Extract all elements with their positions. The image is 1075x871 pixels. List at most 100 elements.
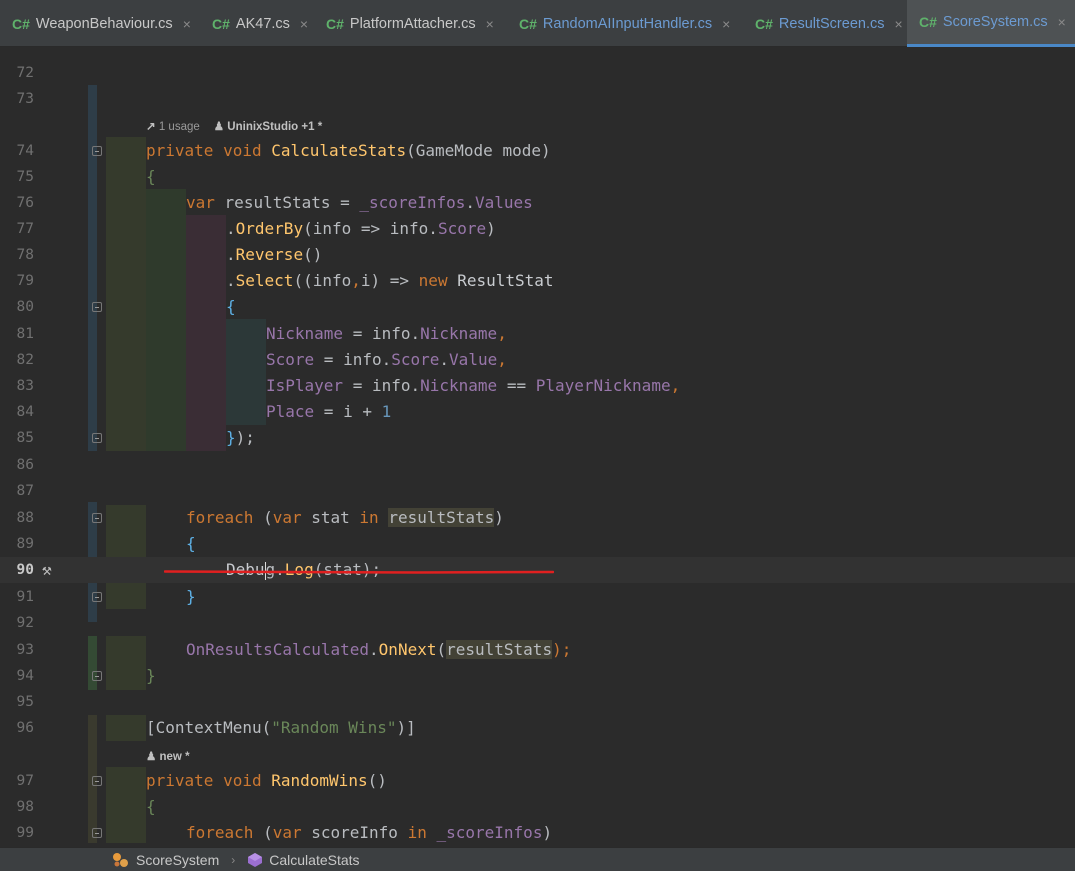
breadcrumb-method[interactable]: CalculateStats bbox=[247, 852, 360, 868]
close-icon[interactable]: × bbox=[722, 16, 730, 32]
code-text: } bbox=[146, 666, 156, 685]
fold-icon[interactable] bbox=[92, 828, 102, 838]
line-number: 87 bbox=[16, 483, 34, 499]
close-icon[interactable]: × bbox=[894, 16, 902, 32]
close-icon[interactable]: × bbox=[1058, 14, 1066, 30]
code-line: 94 } bbox=[0, 663, 1075, 689]
line-number: 93 bbox=[16, 642, 34, 658]
code-line: 92 bbox=[0, 610, 1075, 636]
tab-label: RandomAIInputHandler.cs bbox=[542, 15, 713, 32]
close-icon[interactable]: × bbox=[300, 16, 308, 32]
fold-icon[interactable] bbox=[92, 146, 102, 156]
line-number: 85 bbox=[16, 430, 34, 446]
author-hint[interactable]: ♟ new * bbox=[146, 749, 190, 763]
csharp-file-icon: C# bbox=[326, 15, 344, 32]
tab-label: ScoreSystem.cs bbox=[942, 14, 1048, 30]
fold-icon[interactable] bbox=[92, 513, 102, 523]
code-text: { bbox=[226, 297, 236, 316]
line-number: 92 bbox=[16, 615, 34, 631]
author-icon: ♟ bbox=[213, 121, 225, 133]
editor-tab-bar: C# WeaponBehaviour.cs × C# AK47.cs × C# … bbox=[0, 0, 1075, 47]
line-number: 96 bbox=[16, 720, 34, 736]
line-number: 76 bbox=[16, 195, 34, 211]
fold-icon[interactable] bbox=[92, 776, 102, 786]
code-line: 76 var resultStats = _scoreInfos.Values bbox=[0, 190, 1075, 216]
code-line: 82 Score = info.Score.Value, bbox=[0, 347, 1075, 373]
csharp-file-icon: C# bbox=[919, 14, 937, 30]
hammer-icon[interactable]: ⚒ bbox=[42, 560, 52, 580]
code-line: 95 bbox=[0, 689, 1075, 715]
line-number: 83 bbox=[16, 378, 34, 394]
code-text: { bbox=[186, 534, 196, 553]
tab-label: WeaponBehaviour.cs bbox=[35, 15, 173, 32]
tab-label: PlatformAttacher.cs bbox=[349, 15, 476, 32]
fold-icon[interactable] bbox=[92, 592, 102, 602]
code-vision-hint[interactable]: ↗ 1 usage ♟ UninixStudio +1 * bbox=[0, 113, 1075, 139]
close-icon[interactable]: × bbox=[486, 16, 494, 32]
fold-icon[interactable] bbox=[92, 302, 102, 312]
code-line: 78 .Reverse() bbox=[0, 242, 1075, 268]
code-line: 84 Place = i + 1 bbox=[0, 399, 1075, 425]
tab-platformattacher[interactable]: C# PlatformAttacher.cs × bbox=[314, 0, 506, 47]
csharp-file-icon: C# bbox=[12, 15, 30, 32]
code-line: 93 OnResultsCalculated.OnNext(resultStat… bbox=[0, 637, 1075, 663]
code-line: 85 }); bbox=[0, 425, 1075, 451]
code-text: .Reverse() bbox=[226, 245, 323, 264]
code-line: 91 } bbox=[0, 584, 1075, 610]
breadcrumb-separator: › bbox=[231, 852, 236, 867]
csharp-file-icon: C# bbox=[519, 15, 537, 32]
code-line: 74 private void CalculateStats(GameMode … bbox=[0, 138, 1075, 164]
code-text: } bbox=[186, 587, 196, 606]
tab-resultscreen[interactable]: C# ResultScreen.cs × bbox=[743, 0, 905, 47]
line-number: 80 bbox=[16, 299, 34, 315]
line-number: 99 bbox=[16, 825, 34, 841]
code-line: 86 bbox=[0, 452, 1075, 478]
close-icon[interactable]: × bbox=[183, 16, 191, 32]
usage-hint[interactable]: ↗ 1 usage bbox=[146, 119, 200, 133]
code-line: 75 { bbox=[0, 164, 1075, 190]
code-text: Score = info.Score.Value, bbox=[266, 350, 507, 369]
code-line: 99 foreach (var scoreInfo in _scoreInfos… bbox=[0, 820, 1075, 846]
code-text: .OrderBy(info => info.Score) bbox=[226, 219, 496, 238]
code-text: }); bbox=[226, 428, 255, 447]
tab-randomaiinputhandler[interactable]: C# RandomAIInputHandler.cs × bbox=[507, 0, 743, 47]
tab-weaponbehaviour[interactable]: C# WeaponBehaviour.cs × bbox=[0, 0, 198, 47]
code-vision-hint[interactable]: ♟ new * bbox=[0, 743, 1075, 767]
code-line: 77 .OrderBy(info => info.Score) bbox=[0, 216, 1075, 242]
line-number: 73 bbox=[16, 91, 34, 107]
code-line: 98 { bbox=[0, 794, 1075, 820]
code-text: private void RandomWins() bbox=[146, 771, 387, 790]
code-line: 81 Nickname = info.Nickname, bbox=[0, 321, 1075, 347]
line-number: 86 bbox=[16, 457, 34, 473]
fold-icon[interactable] bbox=[92, 433, 102, 443]
line-number: 98 bbox=[16, 799, 34, 815]
breadcrumb-class[interactable]: ScoreSystem bbox=[112, 852, 219, 868]
fold-icon[interactable] bbox=[92, 671, 102, 681]
code-line: 97 private void RandomWins() bbox=[0, 768, 1075, 794]
code-text: .Select((info,i) => new ResultStat bbox=[226, 271, 554, 290]
current-code-line: 90 ⚒ Debug.Log(stat); bbox=[0, 557, 1075, 583]
author-icon: ♟ bbox=[146, 751, 157, 763]
code-text: var resultStats = _scoreInfos.Values bbox=[186, 193, 533, 212]
line-number: 72 bbox=[16, 65, 34, 81]
line-number: 89 bbox=[16, 536, 34, 552]
author-hint[interactable]: ♟ UninixStudio +1 * bbox=[214, 119, 322, 133]
tab-scoresystem[interactable]: C# ScoreSystem.cs × bbox=[907, 0, 1075, 47]
tab-ak47[interactable]: C# AK47.cs × bbox=[200, 0, 312, 47]
line-number: 88 bbox=[16, 510, 34, 526]
code-text: Debug.Log(stat); bbox=[226, 560, 382, 580]
code-text: Nickname = info.Nickname, bbox=[266, 324, 507, 343]
method-icon bbox=[248, 852, 263, 867]
code-line: 83 IsPlayer = info.Nickname == PlayerNic… bbox=[0, 373, 1075, 399]
code-editor[interactable]: 72 73 ↗ 1 usage ♟ UninixStudio +1 * 74 p… bbox=[0, 47, 1075, 847]
code-text: { bbox=[146, 797, 156, 816]
code-line: 87 bbox=[0, 478, 1075, 504]
code-text: foreach (var stat in resultStats) bbox=[186, 508, 504, 527]
code-line: 73 bbox=[0, 86, 1075, 112]
code-line: 80 { bbox=[0, 294, 1075, 320]
code-line: 72 bbox=[0, 60, 1075, 86]
tab-label: AK47.cs bbox=[235, 15, 290, 32]
code-text: private void CalculateStats(GameMode mod… bbox=[146, 141, 551, 160]
code-text: Place = i + 1 bbox=[266, 402, 392, 421]
line-number: 84 bbox=[16, 404, 34, 420]
